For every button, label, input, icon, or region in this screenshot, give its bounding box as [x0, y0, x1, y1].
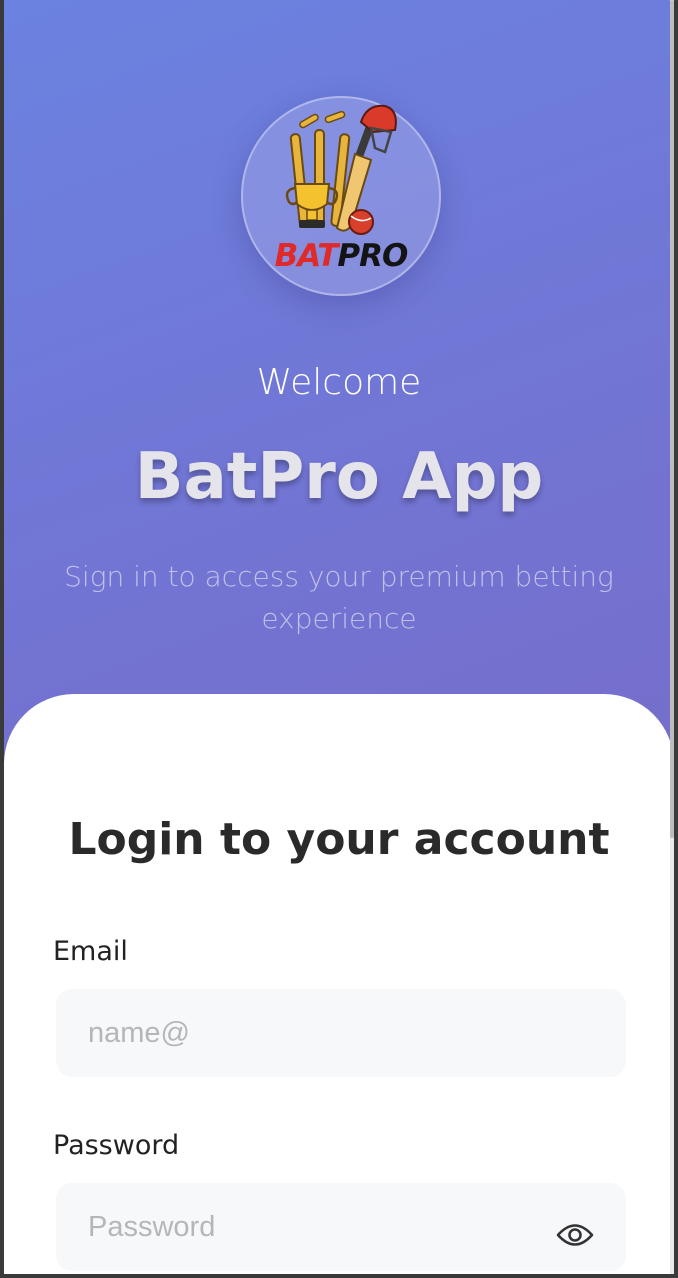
app-title: BatPro App: [134, 440, 544, 514]
password-label: Password: [53, 1130, 180, 1161]
welcome-text: Welcome: [256, 362, 422, 403]
scrollbar[interactable]: [670, 0, 674, 1274]
login-heading: Login to your account: [68, 814, 610, 865]
app-screen: BATPRO Welcome BatPro App Sign in to acc…: [4, 0, 674, 1274]
brand-part-bat: BAT: [274, 238, 339, 274]
login-card: Login to your account Email Password: [4, 694, 674, 1274]
brand-wordmark: BATPRO: [243, 238, 439, 274]
scrollbar-thumb[interactable]: [670, 0, 674, 838]
password-field[interactable]: [56, 1183, 626, 1271]
email-field[interactable]: [56, 989, 626, 1077]
app-subtitle: Sign in to access your premium betting e…: [64, 560, 614, 635]
app-logo: BATPRO: [241, 96, 441, 296]
eye-icon[interactable]: [556, 1222, 594, 1248]
email-label: Email: [53, 936, 128, 967]
brand-part-pro: PRO: [337, 238, 408, 274]
